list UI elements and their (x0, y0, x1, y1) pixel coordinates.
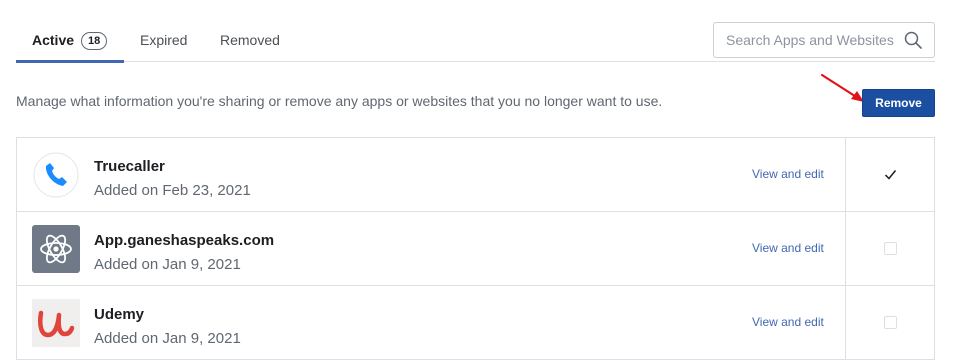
remove-button[interactable]: Remove (862, 89, 935, 117)
search-input[interactable] (714, 23, 899, 57)
page-description: Manage what information you're sharing o… (16, 93, 663, 109)
truecaller-phone-icon (32, 151, 80, 199)
app-name: Udemy (94, 306, 145, 323)
select-checkbox[interactable] (884, 316, 897, 329)
tab-removed[interactable]: Removed (220, 22, 280, 62)
column-divider (845, 138, 846, 211)
column-divider (845, 212, 846, 285)
app-name: App.ganeshaspeaks.com (94, 232, 275, 249)
active-count-badge: 18 (81, 32, 108, 50)
app-row-ganeshaspeaks: App.ganeshaspeaks.com Added on Jan 9, 20… (17, 212, 934, 286)
tab-expired[interactable]: Expired (140, 22, 187, 62)
udemy-logo-icon (32, 299, 80, 347)
app-row-udemy: Udemy Added on Jan 9, 2021 View and edit (17, 286, 934, 359)
tab-active[interactable]: Active 18 (16, 22, 124, 63)
view-and-edit-link[interactable]: View and edit (752, 167, 824, 181)
view-and-edit-link[interactable]: View and edit (752, 241, 824, 255)
tab-active-label: Active (32, 32, 75, 48)
app-added-date: Added on Jan 9, 2021 (94, 330, 241, 347)
app-added-date: Added on Jan 9, 2021 (94, 256, 241, 273)
app-added-date: Added on Feb 23, 2021 (94, 182, 251, 199)
atom-icon (32, 225, 80, 273)
checkmark-icon (884, 170, 897, 180)
magnifier-icon[interactable] (904, 31, 922, 49)
search-box (713, 22, 935, 58)
select-checkbox[interactable] (884, 168, 897, 181)
app-name: Truecaller (94, 158, 165, 175)
view-and-edit-link[interactable]: View and edit (752, 315, 824, 329)
red-arrow-icon (820, 73, 864, 102)
app-list: Truecaller Added on Feb 23, 2021 View an… (16, 137, 935, 360)
app-row-truecaller: Truecaller Added on Feb 23, 2021 View an… (17, 138, 934, 212)
select-checkbox[interactable] (884, 242, 897, 255)
column-divider (845, 286, 846, 359)
